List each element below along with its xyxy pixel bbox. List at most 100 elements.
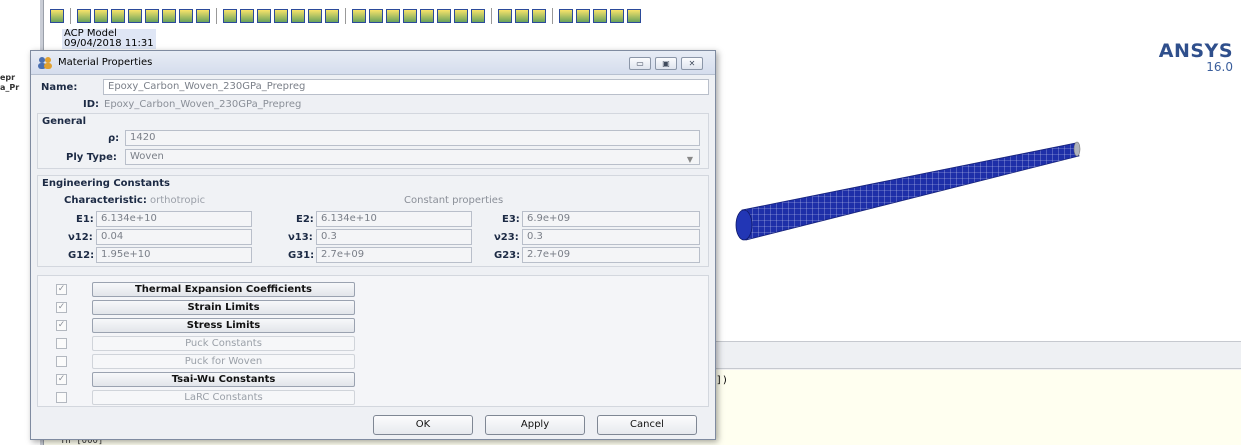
- toolbar-tool-icon[interactable]: [532, 9, 546, 23]
- v23-field[interactable]: 0.3: [522, 229, 700, 245]
- ply-type-select[interactable]: Woven ▼: [125, 149, 700, 165]
- minimize-button[interactable]: ▭: [629, 57, 651, 70]
- toolbar-tool-icon[interactable]: [50, 9, 64, 23]
- main-toolbar: [44, 6, 1241, 26]
- tube-mesh-model[interactable]: [734, 136, 1094, 256]
- application-window: epr a_Pr ACP Model 09/04/2018 11:31 ANSY…: [0, 0, 1241, 445]
- v13-field[interactable]: 0.3: [316, 229, 472, 245]
- brand-version: 16.0: [1206, 60, 1233, 74]
- toolbar-tool-icon[interactable]: [352, 9, 366, 23]
- property-set-checkbox[interactable]: ✓: [56, 302, 67, 313]
- brand-name: ANSYS: [1158, 40, 1233, 62]
- g12-label: G12:: [68, 250, 95, 261]
- g31-field[interactable]: 2.7e+09: [316, 247, 472, 263]
- v13-label: ν13:: [288, 232, 313, 243]
- property-set-checkbox[interactable]: [56, 338, 67, 349]
- toolbar-tool-icon[interactable]: [94, 9, 108, 23]
- tree-text-fragment-2: a_Pr: [0, 83, 20, 92]
- toolbar-tool-icon[interactable]: [386, 9, 400, 23]
- tree-text-fragment-1: epr: [0, 73, 16, 82]
- toolbar-tool-icon[interactable]: [257, 9, 271, 23]
- engineering-constants-group: Engineering Constants Characteristic: or…: [37, 175, 709, 267]
- toolbar-tool-icon[interactable]: [593, 9, 607, 23]
- dialog-title: Material Properties: [58, 57, 153, 68]
- g23-field[interactable]: 2.7e+09: [522, 247, 700, 263]
- constant-properties-label: Constant properties: [404, 195, 504, 206]
- toolbar-tool-icon[interactable]: [610, 9, 624, 23]
- e1-field[interactable]: 6.134e+10: [96, 211, 252, 227]
- property-set-button: LaRC Constants: [92, 390, 355, 405]
- property-set-checkbox[interactable]: ✓: [56, 374, 67, 385]
- e3-field[interactable]: 6.9e+09: [522, 211, 700, 227]
- chevron-down-icon: ▼: [686, 155, 693, 164]
- property-set-checkbox[interactable]: [56, 392, 67, 403]
- toolbar-tool-icon[interactable]: [308, 9, 322, 23]
- v12-field[interactable]: 0.04: [96, 229, 252, 245]
- toolbar-separator: [70, 8, 71, 24]
- property-set-button: Puck Constants: [92, 336, 355, 351]
- toolbar-tool-icon[interactable]: [454, 9, 468, 23]
- toolbar-tool-icon[interactable]: [145, 9, 159, 23]
- toolbar-tool-icon[interactable]: [196, 9, 210, 23]
- apply-button[interactable]: Apply: [485, 415, 585, 435]
- timestamp-label: 09/04/2018 11:31: [62, 38, 156, 49]
- id-value: Epoxy_Carbon_Woven_230GPa_Prepreg: [104, 99, 302, 110]
- close-button[interactable]: ✕: [681, 57, 703, 70]
- console-output-text: ]): [716, 375, 729, 386]
- toolbar-tool-icon[interactable]: [274, 9, 288, 23]
- property-sets-group: ✓ Thermal Expansion Coefficients ✓ Strain L…: [37, 275, 709, 407]
- property-set-checkbox[interactable]: [56, 356, 67, 367]
- toolbar-tool-icon[interactable]: [498, 9, 512, 23]
- toolbar-tool-icon[interactable]: [403, 9, 417, 23]
- toolbar-separator: [345, 8, 346, 24]
- toolbar-tool-icon[interactable]: [179, 9, 193, 23]
- id-label: ID:: [83, 99, 100, 110]
- e1-label: E1:: [76, 214, 94, 225]
- characteristic-row: Characteristic: orthotropic: [64, 195, 205, 206]
- toolbar-separator: [491, 8, 492, 24]
- property-set-button[interactable]: Thermal Expansion Coefficients: [92, 282, 355, 297]
- ply-type-value: Woven: [130, 151, 164, 162]
- g31-label: G31:: [288, 250, 315, 261]
- toolbar-tool-icon[interactable]: [627, 9, 641, 23]
- ansys-logo: ANSYS 16.0: [1159, 40, 1233, 74]
- density-field[interactable]: 1420: [125, 130, 700, 146]
- toolbar-tool-icon[interactable]: [515, 9, 529, 23]
- property-set-checkbox[interactable]: ✓: [56, 284, 67, 295]
- toolbar-tool-icon[interactable]: [240, 9, 254, 23]
- toolbar-tool-icon[interactable]: [77, 9, 91, 23]
- viewport-info: ACP Model 09/04/2018 11:31: [62, 29, 156, 49]
- e2-label: E2:: [296, 214, 314, 225]
- g12-field[interactable]: 1.95e+10: [96, 247, 252, 263]
- v12-label: ν12:: [68, 232, 93, 243]
- toolbar-tool-icon[interactable]: [111, 9, 125, 23]
- ply-type-label: Ply Type:: [66, 152, 117, 163]
- toolbar-tool-icon[interactable]: [128, 9, 142, 23]
- toolbar-tool-icon[interactable]: [162, 9, 176, 23]
- name-input[interactable]: Epoxy_Carbon_Woven_230GPa_Prepreg: [103, 79, 709, 95]
- e3-label: E3:: [502, 214, 520, 225]
- maximize-button[interactable]: ▣: [655, 57, 677, 70]
- toolbar-tool-icon[interactable]: [223, 9, 237, 23]
- toolbar-tool-icon[interactable]: [369, 9, 383, 23]
- toolbar-tool-icon[interactable]: [291, 9, 305, 23]
- e2-field[interactable]: 6.134e+10: [316, 211, 472, 227]
- property-set-checkbox[interactable]: ✓: [56, 320, 67, 331]
- material-properties-dialog: Material Properties ▭ ▣ ✕ Name: Epoxy_Ca…: [30, 50, 716, 440]
- toolbar-tool-icon[interactable]: [437, 9, 451, 23]
- dialog-titlebar[interactable]: Material Properties ▭ ▣ ✕: [31, 51, 715, 75]
- toolbar-tool-icon[interactable]: [576, 9, 590, 23]
- general-title: General: [42, 116, 86, 127]
- engineering-constants-title: Engineering Constants: [42, 178, 170, 189]
- property-set-button[interactable]: Tsai-Wu Constants: [92, 372, 355, 387]
- toolbar-tool-icon[interactable]: [325, 9, 339, 23]
- property-set-button[interactable]: Strain Limits: [92, 300, 355, 315]
- property-set-button[interactable]: Stress Limits: [92, 318, 355, 333]
- toolbar-tool-icon[interactable]: [559, 9, 573, 23]
- cancel-button[interactable]: Cancel: [597, 415, 697, 435]
- characteristic-value: orthotropic: [150, 195, 206, 206]
- ok-button[interactable]: OK: [373, 415, 473, 435]
- toolbar-tool-icon[interactable]: [471, 9, 485, 23]
- toolbar-tool-icon[interactable]: [420, 9, 434, 23]
- v23-label: ν23:: [494, 232, 519, 243]
